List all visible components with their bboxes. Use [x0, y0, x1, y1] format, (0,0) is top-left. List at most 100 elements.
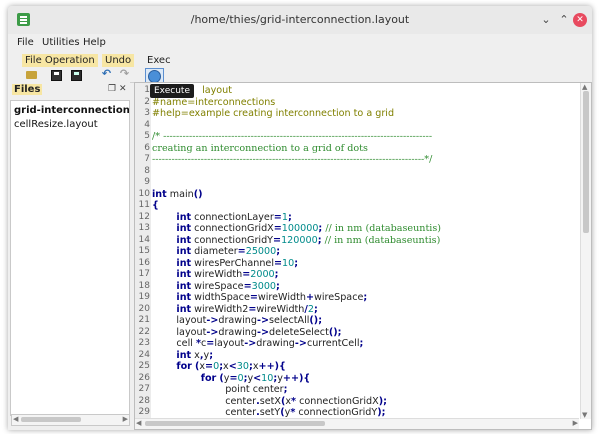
- execute-tooltip: Execute: [150, 84, 194, 98]
- code-token: wireWidth: [191, 269, 243, 280]
- scroll-down-icon[interactable]: ▼: [582, 411, 587, 419]
- code-token: int: [176, 234, 192, 246]
- files-dock-header: Files ❐ ✕: [8, 82, 130, 96]
- code-token: center: [152, 407, 257, 418]
- code-text: int connectionLayer=1;: [152, 211, 291, 224]
- file-item-cellresize[interactable]: cellResize.layout: [14, 119, 98, 130]
- line-number: 4: [144, 119, 150, 130]
- code-text: int wiresPerChannel=10;: [152, 258, 298, 270]
- line-number: 27: [138, 384, 150, 394]
- code-text: {: [152, 200, 159, 212]
- code-token: widthSpace: [191, 292, 250, 303]
- code-token: drawing: [218, 315, 257, 326]
- code-token: cell: [152, 338, 196, 349]
- code-text: creating an interconnection to a grid of…: [152, 143, 368, 155]
- code-token: wireWidth2: [191, 303, 249, 315]
- code-token: layout: [214, 338, 245, 349]
- maximize-icon[interactable]: ⌃: [557, 13, 571, 27]
- code-token: x: [191, 349, 200, 361]
- code-token: =: [274, 257, 283, 269]
- application-window: /home/thies/grid-interconnection.layout …: [8, 6, 592, 430]
- code-token: 30: [236, 361, 249, 372]
- code-token: ->: [294, 338, 307, 349]
- file-list-horizontal-scrollbar[interactable]: ◀ ▶: [11, 414, 130, 426]
- scrollbar-thumb[interactable]: [583, 91, 589, 233]
- code-token: main: [166, 188, 194, 200]
- code-token: int: [176, 349, 192, 361]
- line-number: 13: [138, 223, 150, 233]
- code-token: {: [152, 200, 159, 211]
- line-number: 19: [138, 292, 150, 302]
- code-token: 3000: [251, 280, 277, 292]
- code-token: ;: [276, 280, 280, 292]
- line-number: 25: [138, 361, 150, 371]
- code-token: for: [176, 361, 192, 372]
- code-token: connectionGridX: [191, 223, 274, 234]
- files-dock-title: Files: [12, 84, 43, 95]
- chevron-down-icon[interactable]: ⌄: [539, 13, 553, 27]
- close-icon[interactable]: ✕: [573, 13, 587, 27]
- menu-help[interactable]: Help: [83, 37, 106, 48]
- line-number: 23: [138, 338, 150, 348]
- line-number: 11: [138, 200, 150, 210]
- code-text: point center;: [152, 384, 287, 396]
- float-icon[interactable]: ❐: [108, 84, 116, 94]
- code-token: 10: [282, 257, 295, 269]
- scrollbar-thumb[interactable]: [21, 417, 81, 422]
- code-token: <: [228, 361, 237, 372]
- code-token: // in nm (databaseuntis): [321, 234, 441, 246]
- code-token: drawing: [218, 326, 257, 338]
- code-text: int main(): [152, 189, 203, 201]
- code-token: =: [243, 280, 252, 292]
- scroll-right-icon[interactable]: ▶: [123, 415, 128, 423]
- code-token: ->: [256, 315, 270, 326]
- redo-icon[interactable]: ↷: [118, 67, 131, 80]
- code-token: 120000: [281, 234, 318, 246]
- line-number: 6: [144, 142, 150, 153]
- code-token: selectAll: [269, 315, 310, 326]
- undo-group-label: Undo: [102, 54, 135, 67]
- code-text: int wireSpace=3000;: [152, 280, 280, 293]
- code-token: center: [152, 395, 257, 407]
- dock-close-icon[interactable]: ✕: [119, 84, 127, 94]
- scroll-left-icon[interactable]: ◀: [136, 419, 141, 427]
- editor-vertical-scrollbar[interactable]: ▲ ▼: [580, 83, 591, 419]
- code-token: connectionLayer: [191, 211, 274, 223]
- code-token: int: [176, 303, 192, 315]
- code-token: ->: [206, 315, 219, 326]
- code-token: (): [193, 188, 203, 200]
- code-token: =: [273, 211, 282, 223]
- code-token: );: [377, 407, 386, 418]
- editor-horizontal-scrollbar[interactable]: ◀ ▶: [135, 418, 579, 429]
- scroll-up-icon[interactable]: ▲: [582, 83, 587, 91]
- file-item-grid-interconnection[interactable]: grid-interconnection.layo: [14, 105, 129, 116]
- menu-file[interactable]: File: [17, 37, 34, 48]
- code-text: center.setY(y* connectionGridY);: [152, 407, 386, 419]
- undo-icon[interactable]: ↶: [100, 67, 113, 80]
- scroll-left-icon[interactable]: ◀: [13, 415, 18, 423]
- line-number: 2: [144, 96, 150, 107]
- code-token: #help=example creating interconnection t…: [152, 108, 395, 119]
- exec-group-label: Exec: [147, 55, 171, 66]
- save-icon[interactable]: [51, 70, 62, 81]
- save-as-icon[interactable]: [71, 70, 82, 81]
- code-token: =: [205, 361, 214, 372]
- code-token: ();: [328, 326, 342, 338]
- menu-utilities[interactable]: Utilities: [42, 37, 80, 48]
- code-editor[interactable]: 1#title= layout2#name=interconnections3#…: [134, 82, 592, 430]
- code-text: for (y=0;y<10;y++){: [152, 373, 310, 385]
- code-token: #name=interconnections: [152, 96, 276, 108]
- title-bar[interactable]: /home/thies/grid-interconnection.layout …: [8, 6, 592, 35]
- code-token: creating an interconnection to a grid of…: [152, 142, 368, 154]
- open-folder-icon[interactable]: [26, 71, 37, 79]
- scroll-right-icon[interactable]: ▶: [573, 419, 578, 427]
- scrollbar-thumb[interactable]: [145, 421, 325, 426]
- code-text: layout->drawing->deleteSelect();: [152, 327, 341, 339]
